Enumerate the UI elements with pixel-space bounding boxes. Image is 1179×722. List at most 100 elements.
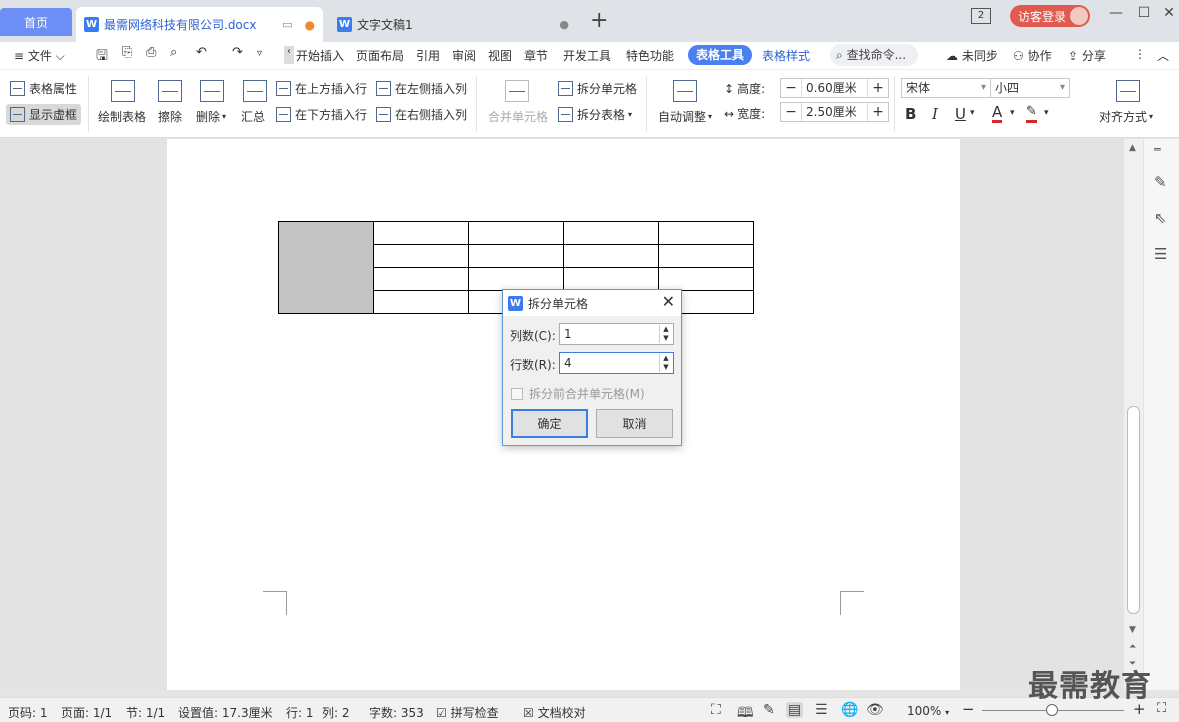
outline-view-icon[interactable]: ☰ [815,702,828,718]
print-icon[interactable]: ⎙ [146,45,156,60]
table-cell[interactable] [658,221,754,245]
decrease-icon[interactable]: − [781,104,801,120]
section-count[interactable]: 节: 1/1 [126,704,165,721]
decrease-icon[interactable]: − [781,80,801,96]
tab-document-2[interactable]: W 文字文稿1 ● [329,7,577,42]
underline-dropdown-icon[interactable]: ▾ [970,108,975,118]
row-indicator[interactable]: 行: 1 [286,704,314,721]
columns-input[interactable]: 1 ▲ ▼ [559,323,674,345]
column-indicator[interactable]: 列: 2 [322,704,350,721]
eye-protection-icon[interactable]: 👁 [866,702,884,718]
font-name-select[interactable]: 宋体 [901,78,991,98]
window-count-badge[interactable]: 2 [971,8,991,24]
table-cell[interactable] [658,267,754,291]
rows-input[interactable]: 4 ▲ ▼ [559,352,674,374]
visitor-login-button[interactable]: 访客登录 [1010,5,1090,27]
menu-file[interactable]: ≡ 文件 ⌵ [14,47,65,64]
cancel-button[interactable]: 取消 [596,409,673,438]
highlight-icon[interactable]: ✎ [1026,104,1037,123]
page-view-icon[interactable]: ▤ [786,702,804,718]
menu-chapter[interactable]: 章节 [524,47,548,64]
menu-view[interactable]: 视图 [488,47,512,64]
table-cell[interactable] [563,244,659,268]
edit-pen-icon[interactable]: ✎ [1154,173,1167,191]
settings-sliders-icon[interactable]: ☰ [1154,245,1167,263]
edit-mode-icon[interactable]: ✎ [763,702,775,718]
more-dropdown-icon[interactable]: ▿ [257,48,262,59]
menu-references[interactable]: 引用 [416,47,440,64]
collaborate-button[interactable]: ⚇ 协作 [1013,47,1052,64]
zoom-slider-knob[interactable] [1046,704,1058,716]
menu-developer[interactable]: 开发工具 [563,47,611,64]
tab-table-style[interactable]: 表格样式 [762,47,810,64]
scroll-thumb[interactable] [1127,406,1140,614]
tab-active-document[interactable]: W 最需网络科技有限公司.docx ▭ ● [76,7,323,42]
collapse-ribbon-icon[interactable]: ︿ [1157,47,1169,64]
highlight-dropdown-icon[interactable]: ▾ [1044,108,1049,118]
auto-adjust-dropdown[interactable]: 自动调整 ▾ [658,108,712,125]
underline-button[interactable]: U [955,105,966,123]
erase-button[interactable]: 擦除 [158,108,182,125]
font-color-button[interactable]: A [992,104,1003,123]
menu-insert[interactable]: 插入 [320,47,344,64]
page-up-icon[interactable]: ⏶ [1129,642,1136,652]
redo-icon[interactable]: ↷ [232,45,243,60]
table-cell[interactable] [563,267,659,291]
col-width-stepper[interactable]: − 2.50厘米 + [780,102,889,122]
insert-row-below-button[interactable]: 在下方插入行 [276,106,367,123]
share-button[interactable]: ⇪ 分享 [1068,47,1106,64]
increase-icon[interactable]: + [868,80,888,96]
draw-table-button[interactable]: 绘制表格 [98,108,146,125]
table-cell[interactable] [468,244,564,268]
home-tab[interactable]: 首页 [0,8,72,36]
add-tab-button[interactable]: + [590,8,608,33]
drag-handle-icon[interactable]: ═ [1154,143,1161,156]
vertical-scrollbar[interactable]: ▲ ▼ ⏶ ⏷ [1124,139,1143,690]
close-dot-icon[interactable]: ● [559,18,569,31]
font-color-dropdown-icon[interactable]: ▾ [1010,108,1015,118]
italic-button[interactable]: I [932,105,938,123]
merge-before-split-checkbox[interactable]: 拆分前合并单元格(M) [511,385,645,402]
table-cell[interactable] [373,267,469,291]
align-dropdown[interactable]: 对齐方式 ▾ [1099,108,1153,125]
delete-dropdown[interactable]: 删除 ▾ [196,108,226,125]
split-cells-button[interactable]: 拆分单元格 [558,80,637,97]
zoom-level-dropdown[interactable]: 100% ▾ [907,704,949,718]
tab-table-tools[interactable]: 表格工具 [688,45,753,65]
close-window-button[interactable]: ✕ [1156,5,1179,25]
selected-merged-cell[interactable] [278,221,374,314]
increase-icon[interactable]: + [868,104,888,120]
table-cell[interactable] [468,267,564,291]
rows-spinner-icon[interactable]: ▲ ▼ [659,354,672,372]
format-painter-icon[interactable]: ⎘ [122,45,132,60]
table-properties-button[interactable]: 表格属性 [10,80,77,97]
insert-row-above-button[interactable]: 在上方插入行 [276,80,367,97]
menu-features[interactable]: 特色功能 [626,47,674,64]
more-options-icon[interactable]: ⋮ [1134,47,1146,61]
table-cell[interactable] [658,244,754,268]
row-height-stepper[interactable]: − 0.60厘米 + [780,78,889,98]
menu-page-layout[interactable]: 页面布局 [356,47,404,64]
table-cell[interactable] [373,221,469,245]
split-table-dropdown[interactable]: 拆分表格 ▾ [558,106,632,123]
doc-proofread-button[interactable]: ☒ 文档校对 [523,704,586,721]
table-cell[interactable] [563,221,659,245]
table-cell[interactable] [468,221,564,245]
word-count[interactable]: 字数: 353 [369,704,424,721]
col-width-value[interactable]: 2.50厘米 [801,103,868,121]
table-cell[interactable] [373,290,469,314]
spell-check-button[interactable]: ☑ 拼写检查 [436,704,499,721]
menu-review[interactable]: 审阅 [452,47,476,64]
page-number[interactable]: 页码: 1 [8,704,48,721]
save-icon[interactable]: 🖫 [96,45,108,69]
unsaved-dot-icon[interactable]: ● [305,18,315,32]
minimize-button[interactable]: — [1103,5,1129,25]
columns-spinner-icon[interactable]: ▲ ▼ [659,325,672,343]
dialog-title-bar[interactable]: W 拆分单元格 ✕ [503,290,681,316]
row-height-value[interactable]: 0.60厘米 [801,79,868,97]
show-gridlines-button[interactable]: 显示虚框 [6,104,82,125]
insert-col-left-button[interactable]: 在左侧插入列 [376,80,467,97]
maximize-button[interactable]: ☐ [1131,5,1157,25]
summary-button[interactable]: 汇总 [241,108,265,125]
print-preview-icon[interactable]: ⌕ [170,45,177,60]
